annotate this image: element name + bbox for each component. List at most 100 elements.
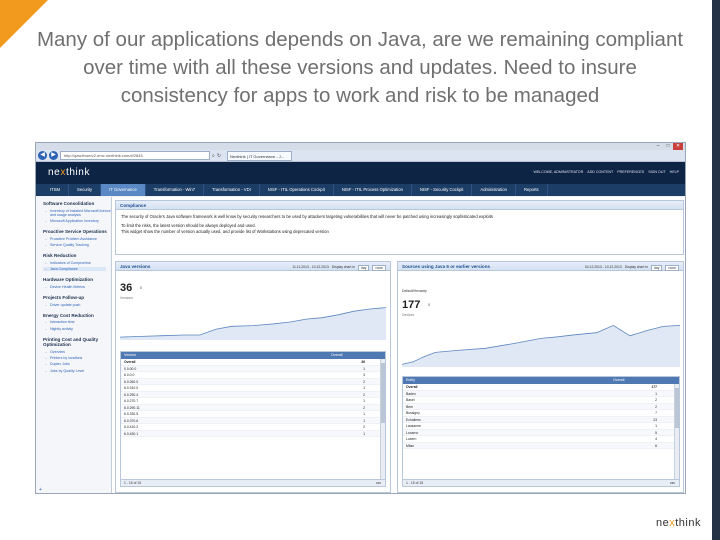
row-value: 6 [655, 443, 657, 448]
row-label: Echallens [406, 417, 421, 422]
compliance-line: This widget show the number of version a… [121, 229, 329, 234]
sidebar-item[interactable]: Inventory of installed Microsoft licence… [43, 209, 111, 217]
row-value: 2 [363, 379, 365, 384]
sidebar-item[interactable]: Interaction time [43, 320, 111, 324]
sidebar: Software Consolidation Inventory of insta… [36, 197, 112, 493]
sidebar-item[interactable]: Device Health Metrics [43, 285, 111, 289]
java6-widget: Sources using Java 6 or earlier versions… [397, 261, 684, 493]
export-csv-link[interactable]: csv [670, 480, 675, 487]
scroll-thumb[interactable] [381, 363, 385, 423]
date-range[interactable]: 04.12.2013 - 10.12.2013 [585, 263, 622, 272]
versions-table: Version Overall Overall 36 0.0.00.0 1 6.0.0.… [120, 351, 386, 487]
entities-table: Entity Overall Overall 177 Baden 1 Basel 2 Ber… [402, 376, 680, 487]
logo-part: ne [656, 517, 670, 529]
tab-nisf-security-cockpit[interactable]: NISF - Security Cockpit [412, 184, 473, 196]
row-value: 7 [655, 411, 657, 415]
tab-transformation-win7[interactable]: Transformation - Win7 [146, 184, 205, 196]
row-label: 0.0.00.0 [124, 366, 137, 371]
add-icon[interactable]: + [39, 487, 42, 493]
user-link[interactable]: HELP [670, 170, 679, 174]
kpi-subtitle: Versions [120, 296, 134, 300]
row-value: 36 [361, 360, 365, 364]
sidebar-item[interactable]: Jobs by Quality Level [43, 369, 111, 373]
tab-security[interactable]: Security [69, 184, 102, 196]
user-link[interactable]: PREFERENCES [617, 170, 644, 174]
address-bar[interactable]: http://qaw.fixserv2.emc.nexthink.com/#/2… [60, 151, 210, 160]
logo-part: ne [48, 167, 61, 178]
brand-logo: nexthink [656, 517, 701, 529]
sidebar-item[interactable]: Service Quality Tracking [43, 243, 111, 247]
column-header[interactable]: Version [121, 352, 331, 359]
sidebar-group-title: Projects Follow-up [43, 295, 85, 300]
maximize-icon[interactable]: □ [663, 143, 673, 150]
app-header: nexthink WELCOME, ADMINISTRATOR ADD CONTE… [36, 162, 685, 184]
refresh-icon[interactable]: ↻ [217, 153, 221, 159]
user-links: WELCOME, ADMINISTRATOR ADD CONTENT PREFERE… [530, 170, 680, 174]
app-logo[interactable]: nexthink [48, 167, 90, 178]
tab-nisf-itil-operations-cockpit[interactable]: NISF - ITIL Operations Cockpit [260, 184, 334, 196]
column-header[interactable]: Overall [331, 352, 342, 359]
tab-it-governance[interactable]: IT Governance [101, 184, 146, 196]
tab-nisf-itil-process-optimization[interactable]: NISF - ITIL Process Optimization [334, 184, 412, 196]
tab-administration[interactable]: Administration [472, 184, 516, 196]
table-row[interactable]: 6.0.430.1 1 [121, 430, 385, 437]
user-link[interactable]: ADD CONTENT [587, 170, 613, 174]
row-label: Bern [406, 404, 414, 409]
date-range[interactable]: 11.11.2013 - 10.12.2013 [292, 263, 328, 272]
sidebar-item[interactable]: Java Compliance [43, 267, 106, 271]
sidebar-item[interactable]: Driver update push [43, 303, 111, 307]
forward-arrow-icon[interactable]: ▶ [49, 151, 58, 160]
row-label: 6.0.330.5 [124, 412, 139, 416]
display-label: Display chart in [624, 265, 648, 269]
row-value: 23 [653, 417, 657, 422]
table-scrollbar[interactable] [380, 359, 385, 480]
browser-tab[interactable]: Nexthink | IT Governance - J... [227, 150, 293, 161]
column-header[interactable]: Entity [403, 377, 613, 384]
sidebar-item[interactable]: Proactive Problem Avoidance [43, 237, 111, 241]
row-value: 2 [363, 405, 365, 410]
back-arrow-icon[interactable]: ◀ [38, 151, 47, 160]
tab-itsm[interactable]: ITSM [42, 184, 70, 196]
sidebar-item[interactable]: Nightly activity [43, 327, 111, 331]
tab-transformation-vdi[interactable]: Transformation - VDI [204, 184, 260, 196]
logo-part: think [675, 517, 701, 529]
sidebar-item[interactable]: Overview [43, 350, 111, 354]
row-label: 6.0.270.7 [124, 399, 139, 403]
granularity-select[interactable]: day [650, 264, 663, 271]
right-edge-bar [712, 0, 720, 540]
row-label: 6.0.260.0 [124, 379, 139, 384]
close-icon[interactable]: ✕ [673, 143, 683, 150]
table-scrollbar[interactable] [674, 384, 679, 480]
export-csv-link[interactable]: csv [376, 480, 381, 487]
minimize-icon[interactable]: – [653, 143, 663, 150]
compare-select[interactable]: none [372, 264, 386, 271]
scroll-thumb[interactable] [675, 388, 679, 428]
search-icon[interactable]: ⌕ [212, 153, 215, 159]
widget-title: Java versions [120, 264, 151, 269]
granularity-select[interactable]: day [357, 264, 370, 271]
compare-select[interactable]: none [665, 264, 679, 271]
row-label: Milan [406, 443, 415, 448]
user-link[interactable]: WELCOME, ADMINISTRATOR [534, 170, 584, 174]
sidebar-item[interactable]: Microsoft Application Inventory [43, 219, 111, 223]
user-link[interactable]: SIGN OUT [648, 170, 665, 174]
compliance-text: The security of Oracle's Java software f… [116, 210, 683, 242]
pager-text[interactable]: 1 - 15 of 15 [124, 481, 141, 485]
row-value: 1 [363, 386, 365, 390]
chart-legend: Default/Hexacity [402, 289, 427, 293]
sidebar-group-title: Risk Reduction [43, 253, 77, 259]
sidebar-group-title: Printing Cost and Quality Optimization [43, 336, 99, 348]
pager-text[interactable]: 1 - 15 of 15 [406, 481, 423, 485]
tab-reports[interactable]: Reports [516, 184, 548, 196]
sidebar-item[interactable]: Printers by locations [43, 356, 111, 360]
table-row[interactable]: Milan 6 [403, 442, 679, 449]
row-value: 5 [655, 430, 657, 435]
sidebar-item[interactable]: Indicators of Compromise [43, 261, 111, 265]
sidebar-group-title: Energy Cost Reduction [43, 312, 94, 318]
sidebar-item[interactable]: Duplex Jobs [43, 362, 111, 366]
table-body: Overall 177 Baden 1 Basel 2 Bern 2 Bussigny 7 Echa… [403, 384, 679, 449]
row-value: 1 [655, 391, 657, 396]
row-label: Locarno [406, 430, 419, 435]
row-value: 1 [363, 412, 365, 416]
column-header[interactable]: Overall [613, 377, 624, 384]
